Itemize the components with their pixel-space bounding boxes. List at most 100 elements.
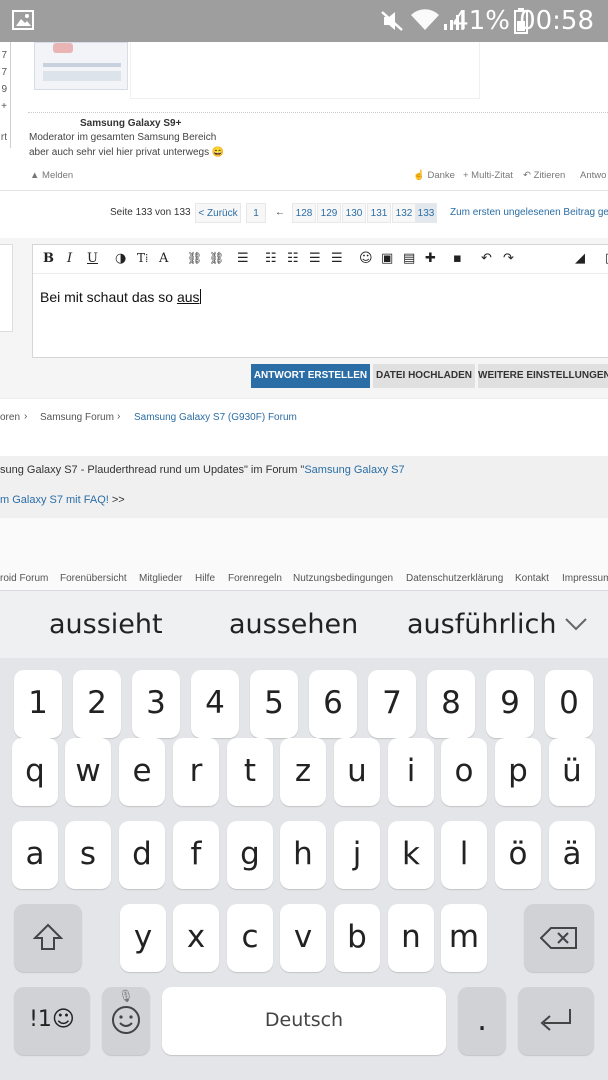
key[interactable]: 1: [14, 670, 62, 738]
insert-icon[interactable]: ✚: [425, 251, 436, 266]
link-icon[interactable]: ⛓: [187, 251, 202, 265]
underline-button[interactable]: U: [87, 251, 98, 266]
first-unread-link[interactable]: Zum ersten ungelesenen Beitrag ge: [445, 203, 608, 223]
media-icon[interactable]: ▤: [403, 251, 415, 266]
reply-editor[interactable]: B I U ◑ T⁞ A ⛓ ⛓ ☰ ☷ ☷ ☰ ☰ ☺ ▣ ▤ ✚ ▪ ↶ ↷…: [32, 244, 608, 358]
footer-link[interactable]: roid Forum: [0, 573, 48, 584]
footer-link[interactable]: Kontakt: [515, 573, 549, 584]
font-size-icon[interactable]: T⁞: [137, 251, 148, 266]
arrow-left-icon[interactable]: ←: [270, 203, 290, 223]
key[interactable]: 3: [132, 670, 180, 738]
key[interactable]: k: [388, 821, 434, 889]
key[interactable]: q: [12, 738, 58, 806]
color-icon[interactable]: ◑: [115, 251, 126, 266]
page-link[interactable]: 1: [246, 203, 266, 223]
quote-button[interactable]: ↶ Zitieren: [523, 170, 565, 181]
editor-text[interactable]: Bei mit schaut das so aus: [40, 289, 201, 305]
symbols-key[interactable]: !1☺: [14, 987, 90, 1055]
page-link-current[interactable]: 133: [415, 203, 437, 223]
key[interactable]: e: [119, 738, 165, 806]
key[interactable]: l: [441, 821, 487, 889]
numbered-list-icon[interactable]: ☷: [287, 251, 299, 266]
save-draft-icon[interactable]: ▪: [453, 251, 462, 266]
breadcrumb-item[interactable]: oren: [0, 412, 20, 423]
key[interactable]: 7: [368, 670, 416, 738]
forum-link[interactable]: Samsung Galaxy S7: [304, 464, 404, 476]
space-key[interactable]: Deutsch: [162, 987, 446, 1055]
align-left-icon[interactable]: ☰: [237, 251, 249, 266]
key[interactable]: i: [388, 738, 434, 806]
reply-button[interactable]: Antwo: [580, 170, 606, 181]
key[interactable]: o: [441, 738, 487, 806]
key[interactable]: ä: [549, 821, 595, 889]
footer-link[interactable]: Datenschutzerklärung: [406, 573, 503, 584]
chevron-down-icon[interactable]: [564, 617, 588, 631]
period-key[interactable]: .: [458, 987, 506, 1055]
suggestion[interactable]: aussieht: [49, 609, 163, 640]
key[interactable]: a: [12, 821, 58, 889]
page-link[interactable]: 128: [292, 203, 316, 223]
emoji-key[interactable]: 🎙: [102, 987, 150, 1055]
eraser-icon[interactable]: ◢: [575, 251, 585, 266]
attached-screenshot-thumbnail[interactable]: [34, 42, 128, 90]
key[interactable]: 5: [250, 670, 298, 738]
upload-file-button[interactable]: DATEI HOCHLADEN: [373, 364, 475, 388]
italic-button[interactable]: I: [67, 251, 72, 266]
enter-key[interactable]: [518, 987, 594, 1055]
key[interactable]: w: [65, 738, 111, 806]
previous-page-button[interactable]: < Zurück: [195, 203, 241, 223]
suggestion[interactable]: ausführlich: [407, 609, 557, 640]
key[interactable]: j: [334, 821, 380, 889]
suggestion[interactable]: aussehen: [229, 609, 358, 640]
key[interactable]: p: [495, 738, 541, 806]
page-link[interactable]: 130: [342, 203, 366, 223]
key[interactable]: c: [227, 904, 273, 972]
page-link[interactable]: 132: [392, 203, 416, 223]
footer-link[interactable]: Forenübersicht: [60, 573, 127, 584]
key[interactable]: s: [65, 821, 111, 889]
shift-key[interactable]: [14, 904, 82, 972]
more-options-button[interactable]: WEITERE EINSTELLUNGEN: [478, 364, 608, 388]
footer-link[interactable]: Nutzungsbedingungen: [293, 573, 393, 584]
footer-link[interactable]: Mitglieder: [139, 573, 182, 584]
key[interactable]: u: [334, 738, 380, 806]
outdent-icon[interactable]: ☰: [309, 251, 321, 266]
multiquote-button[interactable]: + Multi-Zitat: [463, 170, 513, 181]
key[interactable]: n: [388, 904, 434, 972]
image-icon[interactable]: ▣: [381, 251, 393, 266]
key[interactable]: h: [280, 821, 326, 889]
backspace-key[interactable]: [524, 904, 594, 972]
key[interactable]: 4: [191, 670, 239, 738]
key[interactable]: 2: [73, 670, 121, 738]
key[interactable]: x: [173, 904, 219, 972]
key[interactable]: m: [441, 904, 487, 972]
key[interactable]: z: [280, 738, 326, 806]
key[interactable]: g: [227, 821, 273, 889]
faq-link[interactable]: m Galaxy S7 mit FAQ!: [0, 494, 109, 506]
indent-icon[interactable]: ☰: [331, 251, 343, 266]
footer-link[interactable]: Forenregeln: [228, 573, 282, 584]
thanks-button[interactable]: ☝ Danke: [413, 170, 455, 181]
bold-button[interactable]: B: [43, 251, 54, 266]
key[interactable]: f: [173, 821, 219, 889]
key[interactable]: 0: [545, 670, 593, 738]
key[interactable]: 8: [427, 670, 475, 738]
breadcrumb-item[interactable]: Samsung Forum: [40, 412, 114, 423]
key[interactable]: y: [120, 904, 166, 972]
font-family-icon[interactable]: A: [159, 251, 168, 266]
key[interactable]: 9: [486, 670, 534, 738]
page-link[interactable]: 131: [367, 203, 391, 223]
key[interactable]: d: [119, 821, 165, 889]
key[interactable]: 6: [309, 670, 357, 738]
redo-icon[interactable]: ↷: [503, 251, 514, 266]
smiley-icon[interactable]: ☺: [359, 251, 373, 266]
breadcrumb-item[interactable]: Samsung Galaxy S7 (G930F) Forum: [134, 412, 297, 423]
key[interactable]: t: [227, 738, 273, 806]
footer-link[interactable]: Hilfe: [195, 573, 215, 584]
undo-icon[interactable]: ↶: [481, 251, 492, 266]
unlink-icon[interactable]: ⛓: [209, 251, 224, 265]
page-link[interactable]: 129: [317, 203, 341, 223]
footer-link[interactable]: Impressum: [562, 573, 608, 584]
key[interactable]: ü: [549, 738, 595, 806]
report-button[interactable]: ▲ Melden: [30, 170, 73, 181]
